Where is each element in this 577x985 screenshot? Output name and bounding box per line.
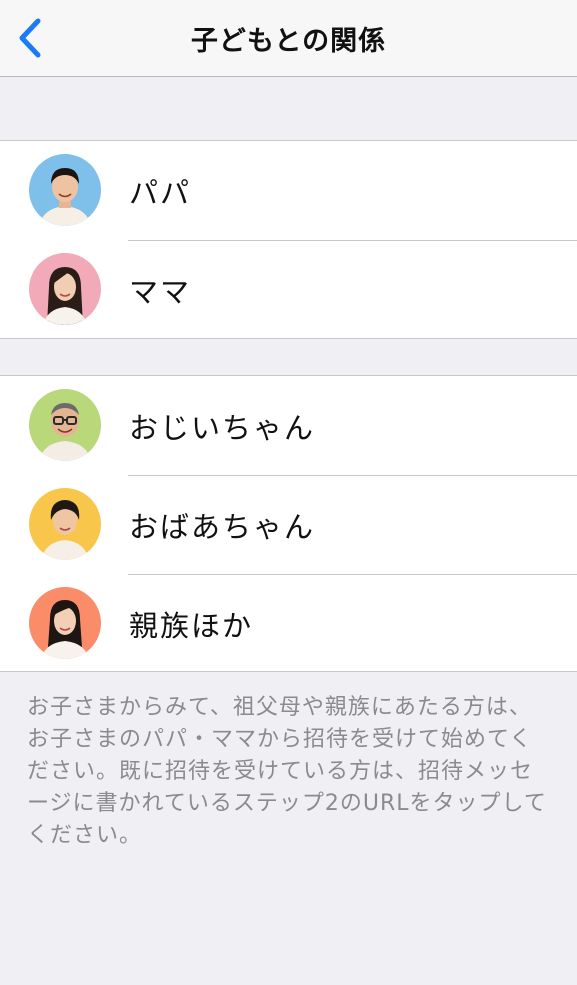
relation-row-papa[interactable]: パパ — [0, 141, 577, 240]
relation-row-grandma[interactable]: おばあちゃん — [0, 475, 577, 574]
grandma-avatar — [29, 488, 101, 560]
relation-row-relatives[interactable]: 親族ほか — [0, 574, 577, 673]
relation-label: パパ — [129, 175, 192, 210]
relation-label: おじいちゃん — [129, 410, 316, 445]
relation-row-grandpa[interactable]: おじいちゃん — [0, 376, 577, 475]
relative-avatar — [29, 587, 101, 659]
navigation-bar: 子どもとの関係 — [0, 0, 577, 77]
relation-label: 親族ほか — [129, 608, 254, 643]
relation-label: おばあちゃん — [129, 509, 316, 544]
relatives-group: おじいちゃん おばあちゃん 親族ほか — [0, 375, 577, 672]
footer-note: お子さまからみて、祖父母や親族にあたる方は、お子さまのパパ・ママから招待を受けて… — [27, 695, 547, 848]
relation-row-mama[interactable]: ママ — [0, 240, 577, 339]
grandpa-avatar — [29, 389, 101, 461]
page-title: 子どもとの関係 — [190, 26, 387, 57]
mama-avatar — [29, 253, 101, 325]
parents-group: パパ ママ — [0, 140, 577, 339]
relation-label: ママ — [129, 274, 192, 309]
papa-avatar — [29, 154, 101, 226]
